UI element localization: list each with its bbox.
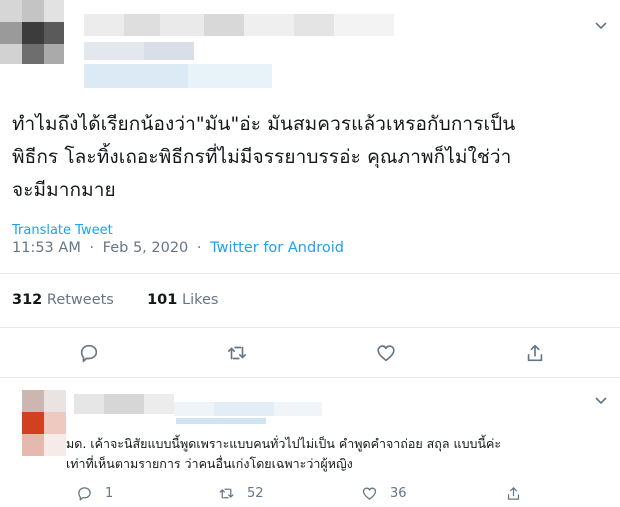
chevron-down-icon[interactable]	[593, 392, 609, 408]
tweet-stats: 312 Retweets 101 Likes	[12, 292, 218, 308]
reply-reply-action[interactable]: 1	[76, 485, 113, 502]
reply-author-blurred[interactable]	[66, 392, 326, 432]
reply-replies-count: 1	[105, 486, 114, 501]
likes-count: 101	[147, 292, 178, 308]
likes-label: Likes	[181, 292, 219, 308]
divider	[0, 327, 620, 328]
meta-separator: ·	[89, 240, 95, 256]
likes-stat[interactable]: 101 Likes	[147, 292, 218, 308]
reply-likes-count: 36	[390, 486, 407, 501]
chevron-down-icon[interactable]	[593, 17, 609, 33]
tweet-date[interactable]: Feb 5, 2020	[103, 240, 189, 256]
translate-tweet-link[interactable]: Translate Tweet	[12, 223, 113, 238]
reply-avatar[interactable]	[22, 390, 66, 456]
retweets-label: Retweets	[46, 292, 114, 308]
like-icon[interactable]	[361, 485, 378, 502]
reply-like-action[interactable]: 36	[361, 485, 407, 502]
retweets-count: 312	[12, 292, 43, 308]
tweet-meta: 11:53 AM · Feb 5, 2020 · Twitter for And…	[12, 240, 344, 256]
author-name-blurred[interactable]	[84, 8, 404, 40]
divider	[0, 377, 620, 378]
reply-text-line: เท่าที่เห็นตามรายการ ว่าคนอื่นเก่งโดยเฉพ…	[66, 456, 353, 471]
author-handle-blurred[interactable]	[84, 42, 304, 92]
reply-text: มด. เค้าจะนิสัยแบบนี้พูดเพราะแบบคนทั่วไป…	[66, 434, 606, 474]
retweet-icon[interactable]	[218, 485, 235, 502]
reply-icon[interactable]	[78, 342, 100, 364]
tweet-text-line: ทำไมถึงได้เรียกน้องว่า"มัน"อ่ะ มันสมควรแ…	[12, 113, 516, 135]
tweet-source[interactable]: Twitter for Android	[210, 240, 344, 256]
reply-retweets-count: 52	[247, 486, 264, 501]
meta-separator: ·	[196, 240, 202, 256]
tweet-time[interactable]: 11:53 AM	[12, 240, 81, 256]
tweet-text: ทำไมถึงได้เรียกน้องว่า"มัน"อ่ะ มันสมควรแ…	[12, 108, 612, 207]
share-icon[interactable]	[524, 342, 546, 364]
retweets-stat[interactable]: 312 Retweets	[12, 292, 118, 308]
tweet-text-line: พิธีกร โละทิ้งเถอะพิธีกรที่ไม่มีจรรยาบรร…	[12, 146, 512, 168]
author-avatar[interactable]	[0, 0, 64, 64]
share-icon[interactable]	[505, 485, 522, 502]
reply-retweet-action[interactable]: 52	[218, 485, 264, 502]
retweet-icon[interactable]	[226, 342, 248, 364]
reply-icon[interactable]	[76, 485, 93, 502]
divider	[0, 273, 620, 274]
tweet-text-line: จะมีมากมาย	[12, 179, 116, 201]
like-icon[interactable]	[375, 342, 397, 364]
reply-text-line: มด. เค้าจะนิสัยแบบนี้พูดเพราะแบบคนทั่วไป…	[66, 436, 502, 451]
reply-share-action[interactable]	[505, 485, 534, 502]
